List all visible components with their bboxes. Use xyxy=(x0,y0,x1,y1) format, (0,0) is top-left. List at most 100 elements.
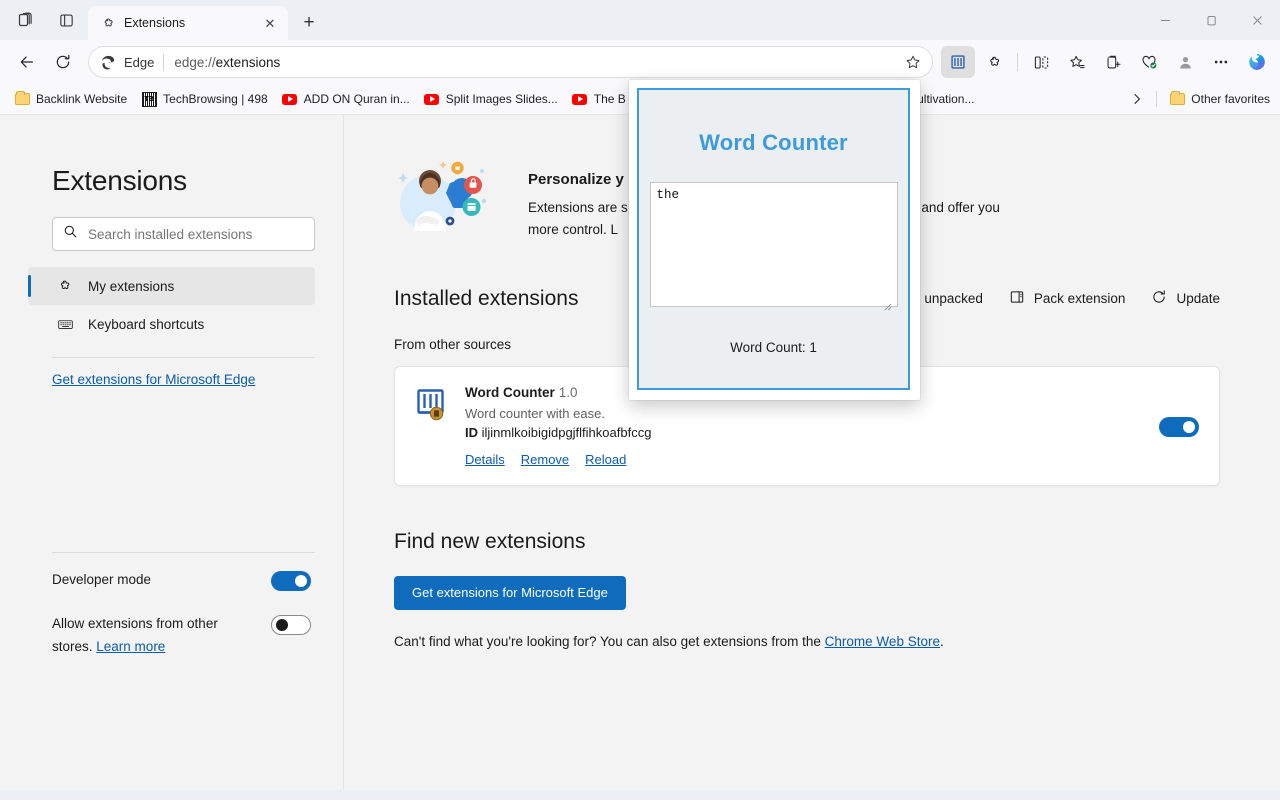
bookmark-item[interactable]: The B xyxy=(566,87,632,111)
banner-body-part3: more control. L xyxy=(528,221,619,237)
other-favorites-label: Other favorites xyxy=(1191,92,1270,106)
close-button[interactable] xyxy=(1234,0,1280,40)
chrome-web-store-link[interactable]: Chrome Web Store xyxy=(825,634,940,649)
collections-icon[interactable] xyxy=(1096,46,1130,78)
folder-icon xyxy=(14,91,30,107)
bookmarks-right-group: Other favorites xyxy=(1124,87,1276,111)
browser-tab[interactable]: Extensions ✕ xyxy=(88,6,288,40)
find-note-prefix: Can't find what you're looking for? You … xyxy=(394,633,825,649)
extensions-sidebar: Extensions My extensions xyxy=(0,115,344,790)
split-screen-icon[interactable] xyxy=(1024,46,1058,78)
maximize-button[interactable] xyxy=(1188,0,1234,40)
address-bar[interactable]: Edge edge://extensions xyxy=(88,46,933,78)
search-input[interactable] xyxy=(88,226,304,242)
youtube-icon xyxy=(572,91,588,107)
pack-extension-icon xyxy=(1009,289,1025,308)
bookmark-item[interactable]: Split Images Slides... xyxy=(418,87,564,111)
other-favorites-button[interactable]: Other favorites xyxy=(1163,87,1276,111)
bookmark-item[interactable]: ADD ON Quran in... xyxy=(276,87,416,111)
bookmark-item[interactable]: Backlink Website xyxy=(8,87,133,111)
youtube-icon xyxy=(282,91,298,107)
extension-puzzle-icon xyxy=(100,15,116,31)
edge-logo-icon xyxy=(100,54,117,71)
pack-extension-button[interactable]: Pack extension xyxy=(1009,289,1126,308)
update-refresh-icon xyxy=(1151,289,1167,308)
load-unpacked-button[interactable]: unpacked xyxy=(915,291,983,306)
banner-illustration xyxy=(394,155,506,239)
sidebar-item-my-extensions[interactable]: My extensions xyxy=(28,267,315,305)
search-icon xyxy=(63,224,78,244)
developer-mode-row: Developer mode xyxy=(52,569,311,592)
extensions-puzzle-toolbar-icon[interactable] xyxy=(977,46,1011,78)
extension-links: Details Remove Reload xyxy=(465,452,1143,467)
details-link[interactable]: Details xyxy=(465,452,505,467)
extension-id-value: iljinmlkoibigidpgjflfihkoafbfccg xyxy=(481,424,652,440)
tab-close-icon[interactable]: ✕ xyxy=(260,13,280,33)
edge-browser-window: Extensions ✕ + Edge edge://extensions Ba… xyxy=(0,0,1280,800)
search-installed-extensions-box[interactable] xyxy=(52,217,315,251)
extension-puzzle-icon xyxy=(56,278,74,294)
extension-id: ID iljinmlkoibigidpgjflfihkoafbfccg xyxy=(465,425,1143,440)
bookmarks-overflow-chevron-icon[interactable] xyxy=(1124,87,1150,111)
toolbar-separator xyxy=(1017,53,1018,71)
developer-mode-toggle[interactable] xyxy=(271,571,311,592)
word-counter-popup-frame: Word Counter Word Count: 1 xyxy=(637,88,910,390)
bookmark-label: TechBrowsing | 498 xyxy=(163,92,268,106)
word-counter-extension-button[interactable] xyxy=(941,46,975,78)
bookmark-label: ADD ON Quran in... xyxy=(303,92,410,106)
sidebar-item-label: My extensions xyxy=(88,278,175,294)
extension-enabled-toggle[interactable] xyxy=(1159,416,1199,437)
profile-icon[interactable] xyxy=(1168,46,1202,78)
reload-button[interactable] xyxy=(46,45,80,79)
techbrowsing-icon: TB xyxy=(141,91,157,107)
favorite-star-icon[interactable] xyxy=(899,48,927,76)
extension-toggle-wrap xyxy=(1159,415,1199,437)
learn-more-link[interactable]: Learn more xyxy=(96,639,165,654)
load-unpacked-label: unpacked xyxy=(924,291,983,307)
popup-title: Word Counter xyxy=(699,130,848,155)
browser-toolbar: Edge edge://extensions xyxy=(0,40,1280,84)
sidebar-item-keyboard-shortcuts[interactable]: Keyboard shortcuts xyxy=(28,305,315,343)
minimize-button[interactable] xyxy=(1142,0,1188,40)
developer-mode-label: Developer mode xyxy=(52,572,152,588)
update-button[interactable]: Update xyxy=(1151,289,1220,308)
omnibox-url[interactable]: edge://extensions xyxy=(174,55,899,70)
tab-collections-icon[interactable] xyxy=(8,4,44,36)
new-tab-button[interactable]: + xyxy=(294,8,324,38)
tabstrip-left-icons xyxy=(0,0,84,40)
banner-body-part1: Extensions are s xyxy=(528,200,628,215)
tab-title: Extensions xyxy=(124,16,186,30)
get-extensions-link[interactable]: Get extensions for Microsoft Edge xyxy=(52,372,319,387)
allow-other-stores-toggle[interactable] xyxy=(271,615,311,636)
word-counter-textarea[interactable] xyxy=(649,182,898,307)
get-extensions-button[interactable]: Get extensions for Microsoft Edge xyxy=(394,575,626,610)
tab-strip: Extensions ✕ + xyxy=(0,0,1280,40)
installed-extensions-actions: unpacked Pack extension Update xyxy=(915,289,1220,308)
sidebar-divider xyxy=(52,357,315,358)
extension-id-label: ID xyxy=(465,424,478,440)
browser-essentials-icon[interactable] xyxy=(1132,46,1166,78)
pack-extension-label: Pack extension xyxy=(1033,291,1126,307)
reload-link[interactable]: Reload xyxy=(585,452,626,467)
bookmark-label: Backlink Website xyxy=(36,92,128,106)
remove-link[interactable]: Remove xyxy=(521,452,569,467)
url-scheme: edge:// xyxy=(174,54,216,70)
allow-other-stores-label: Allow extensions from other stores. Lear… xyxy=(52,613,242,658)
bookmarks-separator xyxy=(1156,91,1158,107)
keyboard-icon xyxy=(56,316,74,333)
back-button[interactable] xyxy=(10,45,44,79)
bookmark-item[interactable]: TB TechBrowsing | 498 xyxy=(135,87,274,111)
copilot-icon[interactable] xyxy=(1240,46,1274,78)
sidebar-item-label: Keyboard shortcuts xyxy=(88,316,205,332)
settings-and-more-icon[interactable] xyxy=(1204,46,1238,78)
word-counter-popup: Word Counter Word Count: 1 xyxy=(629,80,920,400)
sidebar-footer-divider xyxy=(52,552,315,554)
folder-icon xyxy=(1169,91,1185,107)
extension-description: Word counter with ease. xyxy=(465,405,605,421)
extension-name: Word Counter xyxy=(465,384,555,400)
page-title: Extensions xyxy=(52,165,187,196)
url-path: extensions xyxy=(215,54,281,70)
youtube-icon xyxy=(424,91,440,107)
favorites-icon[interactable] xyxy=(1060,46,1094,78)
tab-vertical-tabs-icon[interactable] xyxy=(48,4,84,36)
